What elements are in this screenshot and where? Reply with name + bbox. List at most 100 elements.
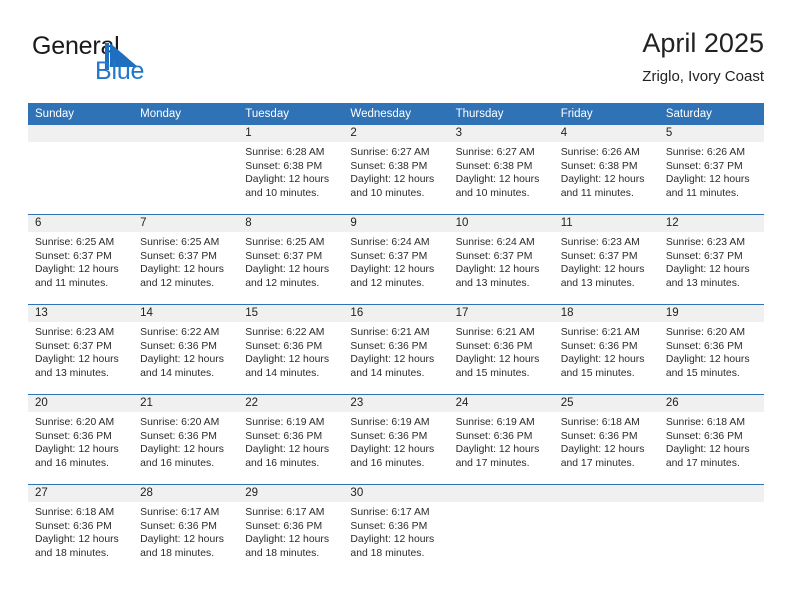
daylight-text-line2: and 13 minutes.: [665, 277, 740, 289]
day-cell[interactable]: [553, 484, 659, 574]
day-cell[interactable]: 26 Sunrise: 6:18 AM Sunset: 6:36 PM Dayl…: [658, 394, 764, 485]
sunset-text: Sunset: 6:36 PM: [245, 430, 323, 442]
sunset-text: Sunset: 6:37 PM: [560, 250, 638, 262]
sunrise-text: Sunrise: 6:27 AM: [455, 147, 535, 158]
day-number: 9: [343, 215, 449, 232]
day-cell[interactable]: 28 Sunrise: 6:17 AM Sunset: 6:36 PM Dayl…: [133, 484, 239, 574]
day-cell[interactable]: 1 Sunrise: 6:28 AM Sunset: 6:38 PM Dayli…: [238, 125, 344, 215]
day-details: Sunrise: 6:20 AM Sunset: 6:36 PM Dayligh…: [28, 412, 133, 470]
day-number: 21: [133, 395, 239, 412]
sunset-text: Sunset: 6:37 PM: [455, 250, 533, 262]
page-subtitle: Zriglo, Ivory Coast: [642, 68, 764, 85]
day-number: [133, 125, 239, 142]
daylight-text-line2: and 15 minutes.: [455, 367, 530, 379]
day-cell[interactable]: 25 Sunrise: 6:18 AM Sunset: 6:36 PM Dayl…: [553, 394, 659, 485]
daylight-text-line1: Daylight: 12 hours: [140, 354, 224, 366]
general-blue-logo[interactable]: General Blue: [32, 32, 212, 90]
sunset-text: Sunset: 6:37 PM: [140, 250, 217, 262]
sunrise-text: Sunrise: 6:23 AM: [35, 327, 115, 338]
daylight-text-line1: Daylight: 12 hours: [350, 354, 435, 366]
sunrise-text: Sunrise: 6:21 AM: [350, 327, 430, 338]
day-cell[interactable]: 18 Sunrise: 6:21 AM Sunset: 6:36 PM Dayl…: [553, 304, 659, 395]
sunset-text: Sunset: 6:36 PM: [560, 430, 638, 442]
day-cell[interactable]: 8 Sunrise: 6:25 AM Sunset: 6:37 PM Dayli…: [238, 214, 344, 305]
day-number: 22: [238, 395, 344, 412]
day-cell[interactable]: 6 Sunrise: 6:25 AM Sunset: 6:37 PM Dayli…: [28, 214, 134, 305]
day-cell[interactable]: 3 Sunrise: 6:27 AM Sunset: 6:38 PM Dayli…: [448, 125, 554, 215]
page-header: General Blue April 2025 Zriglo, Ivory Co…: [28, 26, 764, 96]
day-details: Sunrise: 6:27 AM Sunset: 6:38 PM Dayligh…: [449, 142, 554, 200]
day-cell[interactable]: 15 Sunrise: 6:22 AM Sunset: 6:36 PM Dayl…: [238, 304, 344, 395]
daylight-text-line2: and 16 minutes.: [350, 457, 425, 469]
day-details: Sunrise: 6:19 AM Sunset: 6:36 PM Dayligh…: [343, 412, 448, 470]
day-cell[interactable]: 5 Sunrise: 6:26 AM Sunset: 6:37 PM Dayli…: [658, 125, 764, 215]
sunset-text: Sunset: 6:38 PM: [350, 160, 428, 172]
day-number: 26: [658, 395, 764, 412]
daylight-text-line2: and 14 minutes.: [140, 367, 215, 379]
daylight-text-line1: Daylight: 12 hours: [140, 264, 224, 276]
sunrise-text: Sunrise: 6:25 AM: [35, 237, 115, 248]
day-number: 30: [343, 485, 449, 502]
sunrise-text: Sunrise: 6:19 AM: [245, 417, 325, 428]
day-cell[interactable]: 12 Sunrise: 6:23 AM Sunset: 6:37 PM Dayl…: [658, 214, 764, 305]
day-number: 15: [238, 305, 344, 322]
day-cell[interactable]: 4 Sunrise: 6:26 AM Sunset: 6:38 PM Dayli…: [553, 125, 659, 215]
day-number: 7: [133, 215, 239, 232]
day-cell[interactable]: 11 Sunrise: 6:23 AM Sunset: 6:37 PM Dayl…: [553, 214, 659, 305]
sunset-text: Sunset: 6:36 PM: [140, 340, 217, 352]
day-cell[interactable]: 29 Sunrise: 6:17 AM Sunset: 6:36 PM Dayl…: [238, 484, 344, 574]
sunrise-text: Sunrise: 6:19 AM: [455, 417, 535, 428]
day-number: [448, 485, 554, 502]
day-details: Sunrise: 6:28 AM Sunset: 6:38 PM Dayligh…: [238, 142, 343, 200]
day-cell[interactable]: 14 Sunrise: 6:22 AM Sunset: 6:36 PM Dayl…: [133, 304, 239, 395]
sunrise-text: Sunrise: 6:27 AM: [350, 147, 430, 158]
day-number: [658, 485, 764, 502]
day-cell[interactable]: 22 Sunrise: 6:19 AM Sunset: 6:36 PM Dayl…: [238, 394, 344, 485]
day-number: 1: [238, 125, 344, 142]
day-number: 20: [28, 395, 134, 412]
day-cell[interactable]: 24 Sunrise: 6:19 AM Sunset: 6:36 PM Dayl…: [448, 394, 554, 485]
day-details: Sunrise: 6:17 AM Sunset: 6:36 PM Dayligh…: [343, 502, 448, 560]
day-details: Sunrise: 6:21 AM Sunset: 6:36 PM Dayligh…: [343, 322, 448, 380]
day-cell[interactable]: 20 Sunrise: 6:20 AM Sunset: 6:36 PM Dayl…: [28, 394, 134, 485]
sunrise-text: Sunrise: 6:20 AM: [665, 327, 745, 338]
sunrise-text: Sunrise: 6:18 AM: [35, 507, 115, 518]
day-number: 2: [343, 125, 449, 142]
day-details: Sunrise: 6:20 AM Sunset: 6:36 PM Dayligh…: [133, 412, 238, 470]
weekday-monday: Monday: [133, 103, 239, 125]
day-cell[interactable]: 17 Sunrise: 6:21 AM Sunset: 6:36 PM Dayl…: [448, 304, 554, 395]
day-cell[interactable]: 19 Sunrise: 6:20 AM Sunset: 6:36 PM Dayl…: [658, 304, 764, 395]
page-title: April 2025: [642, 28, 764, 58]
day-cell[interactable]: 9 Sunrise: 6:24 AM Sunset: 6:37 PM Dayli…: [343, 214, 449, 305]
day-cell[interactable]: 27 Sunrise: 6:18 AM Sunset: 6:36 PM Dayl…: [28, 484, 134, 574]
day-number: [553, 485, 659, 502]
day-number: 28: [133, 485, 239, 502]
day-details: Sunrise: 6:25 AM Sunset: 6:37 PM Dayligh…: [133, 232, 238, 290]
daylight-text-line2: and 15 minutes.: [665, 367, 740, 379]
daylight-text-line1: Daylight: 12 hours: [350, 534, 435, 546]
day-cell[interactable]: 16 Sunrise: 6:21 AM Sunset: 6:36 PM Dayl…: [343, 304, 449, 395]
day-details: Sunrise: 6:25 AM Sunset: 6:37 PM Dayligh…: [238, 232, 343, 290]
calendar-page: General Blue April 2025 Zriglo, Ivory Co…: [0, 0, 792, 612]
day-cell[interactable]: 30 Sunrise: 6:17 AM Sunset: 6:36 PM Dayl…: [343, 484, 449, 574]
day-details: Sunrise: 6:26 AM Sunset: 6:37 PM Dayligh…: [659, 142, 764, 200]
day-cell[interactable]: 13 Sunrise: 6:23 AM Sunset: 6:37 PM Dayl…: [28, 304, 134, 395]
day-cell[interactable]: [658, 484, 764, 574]
sunrise-text: Sunrise: 6:17 AM: [350, 507, 430, 518]
day-cell[interactable]: [448, 484, 554, 574]
daylight-text-line1: Daylight: 12 hours: [455, 354, 540, 366]
day-cell[interactable]: 10 Sunrise: 6:24 AM Sunset: 6:37 PM Dayl…: [448, 214, 554, 305]
daylight-text-line1: Daylight: 12 hours: [560, 354, 645, 366]
day-cell[interactable]: [133, 125, 239, 215]
daylight-text-line1: Daylight: 12 hours: [245, 534, 330, 546]
day-details: Sunrise: 6:19 AM Sunset: 6:36 PM Dayligh…: [238, 412, 343, 470]
daylight-text-line2: and 14 minutes.: [350, 367, 425, 379]
day-cell[interactable]: 7 Sunrise: 6:25 AM Sunset: 6:37 PM Dayli…: [133, 214, 239, 305]
day-cell[interactable]: 21 Sunrise: 6:20 AM Sunset: 6:36 PM Dayl…: [133, 394, 239, 485]
sunrise-text: Sunrise: 6:24 AM: [455, 237, 535, 248]
day-cell[interactable]: 23 Sunrise: 6:19 AM Sunset: 6:36 PM Dayl…: [343, 394, 449, 485]
sunrise-sunset-calendar: Sunday Monday Tuesday Wednesday Thursday…: [28, 103, 764, 574]
day-cell[interactable]: 2 Sunrise: 6:27 AM Sunset: 6:38 PM Dayli…: [343, 125, 449, 215]
day-cell[interactable]: [28, 125, 134, 215]
daylight-text-line2: and 13 minutes.: [35, 367, 109, 379]
